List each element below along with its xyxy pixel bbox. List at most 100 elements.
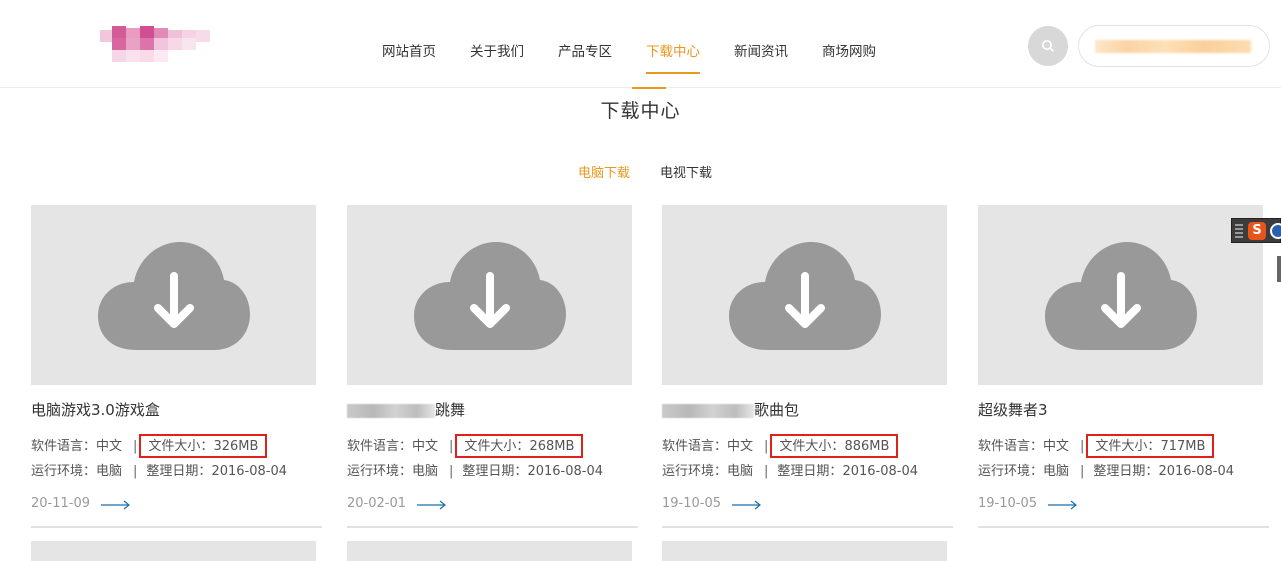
env-value: 电脑	[412, 464, 439, 479]
ime-logo-icon[interactable]: S	[1248, 222, 1266, 240]
card-thumbnail[interactable]	[31, 205, 316, 385]
meta-separator: |	[133, 439, 138, 454]
date-label: 整理日期：	[462, 464, 528, 479]
card-title-text: 歌曲包	[754, 401, 800, 419]
card-title[interactable]: 歌曲包	[662, 399, 799, 420]
meta-row-1: 软件语言：中文 | 文件大小：326MB	[31, 434, 268, 458]
card-title-text: 跳舞	[435, 401, 466, 419]
download-card[interactable]: 跳舞 软件语言：中文 | 文件大小：268MB 运行环境：电脑 | 整理日期：2016-…	[347, 205, 638, 529]
ime-toolbar[interactable]: S	[1231, 218, 1281, 243]
file-size-highlight: 文件大小：717MB	[1086, 434, 1215, 458]
env-value: 电脑	[727, 464, 754, 479]
date-value: 2016-08-04	[211, 464, 287, 479]
card-thumbnail-next-row[interactable]	[662, 541, 947, 561]
cloud-download-icon	[98, 242, 250, 350]
file-size-highlight: 文件大小：268MB	[455, 434, 584, 458]
size-value: 326MB	[213, 439, 259, 454]
page-title: 下载中心	[600, 100, 681, 122]
meta-separator: |	[1080, 464, 1085, 479]
env-label: 运行环境：	[662, 464, 728, 479]
env-value: 电脑	[96, 464, 123, 479]
search-redacted-text	[1095, 40, 1251, 53]
card-thumbnail[interactable]	[662, 205, 947, 385]
meta-row-1: 软件语言：中文 | 文件大小：268MB	[347, 434, 584, 458]
size-label: 文件大小：	[779, 439, 845, 454]
date-value: 2016-08-04	[1158, 464, 1234, 479]
language-label: 软件语言：	[662, 439, 728, 454]
download-card[interactable]: 电脑游戏3.0游戏盒 软件语言：中文 | 文件大小：326MB 运行环境：电脑 | 整理…	[31, 205, 322, 529]
tab-pc-download[interactable]: 电脑下载	[578, 162, 630, 181]
size-label: 文件大小：	[1095, 439, 1161, 454]
nav-item-home[interactable]: 网站首页	[382, 0, 436, 88]
language-value: 中文	[1043, 439, 1070, 454]
posted-date: 19-10-05	[662, 496, 722, 511]
meta-separator: |	[449, 439, 454, 454]
language-label: 软件语言：	[347, 439, 413, 454]
card-thumbnail[interactable]	[978, 205, 1263, 385]
card-title[interactable]: 超级舞者3	[978, 399, 1048, 420]
cloud-download-icon	[414, 242, 566, 350]
language-value: 中文	[96, 439, 123, 454]
card-divider	[31, 526, 322, 528]
nav-item-downloads[interactable]: 下载中心	[646, 0, 700, 88]
env-value: 电脑	[1043, 464, 1070, 479]
meta-separator: |	[133, 464, 138, 479]
ime-mode-icon[interactable]	[1270, 223, 1281, 239]
nav-item-news[interactable]: 新闻资讯	[734, 0, 788, 88]
card-divider	[662, 526, 953, 528]
category-tabs: 电脑下载 电视下载	[578, 162, 712, 181]
card-thumbnail[interactable]	[347, 205, 632, 385]
posted-date: 20-11-09	[31, 496, 91, 511]
arrow-right-icon[interactable]	[101, 500, 131, 510]
title-accent-bar	[632, 87, 666, 89]
drag-handle-icon[interactable]	[1235, 224, 1243, 238]
posted-date: 19-10-05	[978, 496, 1038, 511]
redacted-text	[662, 403, 754, 418]
nav-item-products[interactable]: 产品专区	[558, 0, 612, 88]
size-value: 717MB	[1160, 439, 1206, 454]
language-value: 中文	[412, 439, 439, 454]
size-label: 文件大小：	[464, 439, 530, 454]
card-thumbnail-next-row[interactable]	[31, 541, 316, 561]
meta-row-2: 运行环境：电脑 | 整理日期：2016-08-04	[978, 460, 1234, 479]
nav-item-about[interactable]: 关于我们	[470, 0, 524, 88]
size-value: 268MB	[529, 439, 575, 454]
download-card[interactable]: 超级舞者3 软件语言：中文 | 文件大小：717MB 运行环境：电脑 | 整理日期：20…	[978, 205, 1269, 529]
file-size-highlight: 文件大小：326MB	[139, 434, 268, 458]
arrow-right-icon[interactable]	[1048, 500, 1078, 510]
language-label: 软件语言：	[978, 439, 1044, 454]
meta-separator: |	[1080, 439, 1085, 454]
card-divider	[978, 526, 1269, 528]
size-value: 886MB	[844, 439, 890, 454]
arrow-right-icon[interactable]	[732, 500, 762, 510]
card-title[interactable]: 跳舞	[347, 399, 465, 420]
search-input[interactable]	[1078, 25, 1270, 67]
cloud-download-icon	[729, 242, 881, 350]
tab-tv-download[interactable]: 电视下载	[660, 162, 712, 181]
meta-row-2: 运行环境：电脑 | 整理日期：2016-08-04	[347, 460, 603, 479]
search-button[interactable]	[1028, 26, 1068, 66]
env-label: 运行环境：	[978, 464, 1044, 479]
site-logo[interactable]	[96, 26, 216, 64]
arrow-right-icon[interactable]	[417, 500, 447, 510]
main-nav: 网站首页 关于我们 产品专区 下载中心 新闻资讯 商场网购	[365, 0, 893, 88]
size-label: 文件大小：	[148, 439, 214, 454]
date-label: 整理日期：	[146, 464, 212, 479]
card-title[interactable]: 电脑游戏3.0游戏盒	[31, 399, 160, 420]
nav-item-shop[interactable]: 商场网购	[822, 0, 876, 88]
side-edge-tab[interactable]	[1277, 256, 1281, 282]
cloud-download-icon	[1045, 242, 1197, 350]
date-label: 整理日期：	[1093, 464, 1159, 479]
posted-date: 20-02-01	[347, 496, 407, 511]
date-value: 2016-08-04	[527, 464, 603, 479]
site-header: 网站首页 关于我们 产品专区 下载中心 新闻资讯 商场网购	[0, 0, 1281, 88]
card-divider	[347, 526, 638, 528]
file-size-highlight: 文件大小：886MB	[770, 434, 899, 458]
download-card[interactable]: 歌曲包 软件语言：中文 | 文件大小：886MB 运行环境：电脑 | 整理日期：2016…	[662, 205, 953, 529]
card-thumbnail-next-row[interactable]	[347, 541, 632, 561]
meta-row-1: 软件语言：中文 | 文件大小：886MB	[662, 434, 899, 458]
meta-separator: |	[764, 439, 769, 454]
date-value: 2016-08-04	[842, 464, 918, 479]
language-value: 中文	[727, 439, 754, 454]
language-label: 软件语言：	[31, 439, 97, 454]
